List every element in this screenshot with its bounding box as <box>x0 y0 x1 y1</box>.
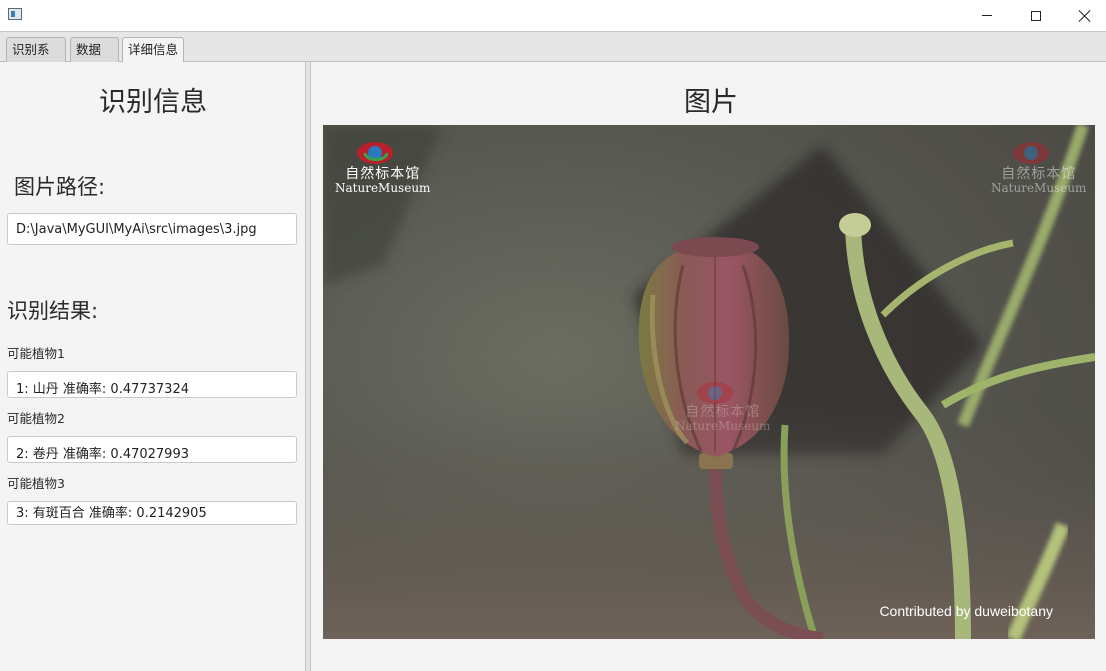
tab-database[interactable]: 数据库 <box>70 37 119 81</box>
watermark-logo-center: 自然标本馆 NatureMuseum <box>675 405 770 433</box>
watermark-cn: 自然标本馆 <box>345 166 421 182</box>
watermark-cn: 自然标本馆 <box>1001 166 1077 182</box>
image-panel: 图片 自然标本馆 NatureMuseum 自然标本馆 NatureMuseum… <box>311 62 1106 671</box>
candidate-1-field[interactable]: 1: 山丹 准确率: 0.47737324 <box>7 371 297 398</box>
minimize-icon <box>982 15 992 16</box>
close-button[interactable] <box>1062 0 1106 31</box>
candidate-2-label: 可能植物2 <box>7 411 65 426</box>
watermark-en: NatureMuseum <box>991 181 1087 195</box>
candidate-1-label: 可能植物1 <box>7 346 65 361</box>
watermark-cn: 自然标本馆 <box>685 404 761 420</box>
maximize-icon <box>1031 10 1041 21</box>
watermark-logo-ghost: 自然标本馆 NatureMuseum <box>991 167 1086 195</box>
candidate-3-field[interactable]: 3: 有斑百合 准确率: 0.2142905 <box>7 501 297 525</box>
watermark-en: NatureMuseum <box>675 419 771 433</box>
app-window-icon <box>8 8 22 20</box>
close-icon <box>1079 10 1091 22</box>
tab-bar: 识别系统 数据库 详细信息 <box>0 31 1106 81</box>
candidate-2-field[interactable]: 2: 卷丹 准确率: 0.47027993 <box>7 436 297 463</box>
plant-photo: 自然标本馆 NatureMuseum 自然标本馆 NatureMuseum 自然… <box>323 125 1095 639</box>
photo-credit: Contributed by duweibotany <box>879 603 1053 619</box>
image-title: 图片 <box>684 87 738 118</box>
recognition-info-panel: 识别信息 图片路径: D:\Java\MyGUI\MyAi\src\images… <box>0 62 305 671</box>
photo-illustration <box>323 125 1095 639</box>
panel-title: 识别信息 <box>99 87 207 118</box>
candidate-3-label: 可能植物3 <box>7 476 65 491</box>
result-label: 识别结果: <box>7 299 99 323</box>
watermark-en: NatureMuseum <box>335 181 431 195</box>
image-path-label: 图片路径: <box>14 175 106 199</box>
image-path-field[interactable]: D:\Java\MyGUI\MyAi\src\images\3.jpg <box>7 213 297 245</box>
maximize-button[interactable] <box>1013 0 1059 31</box>
tab-details[interactable]: 详细信息 <box>122 37 184 63</box>
tab-recognition-system[interactable]: 识别系统 <box>6 37 66 81</box>
watermark-logo: 自然标本馆 NatureMuseum <box>335 167 430 195</box>
title-bar <box>0 0 1106 31</box>
minimize-button[interactable] <box>964 0 1010 31</box>
